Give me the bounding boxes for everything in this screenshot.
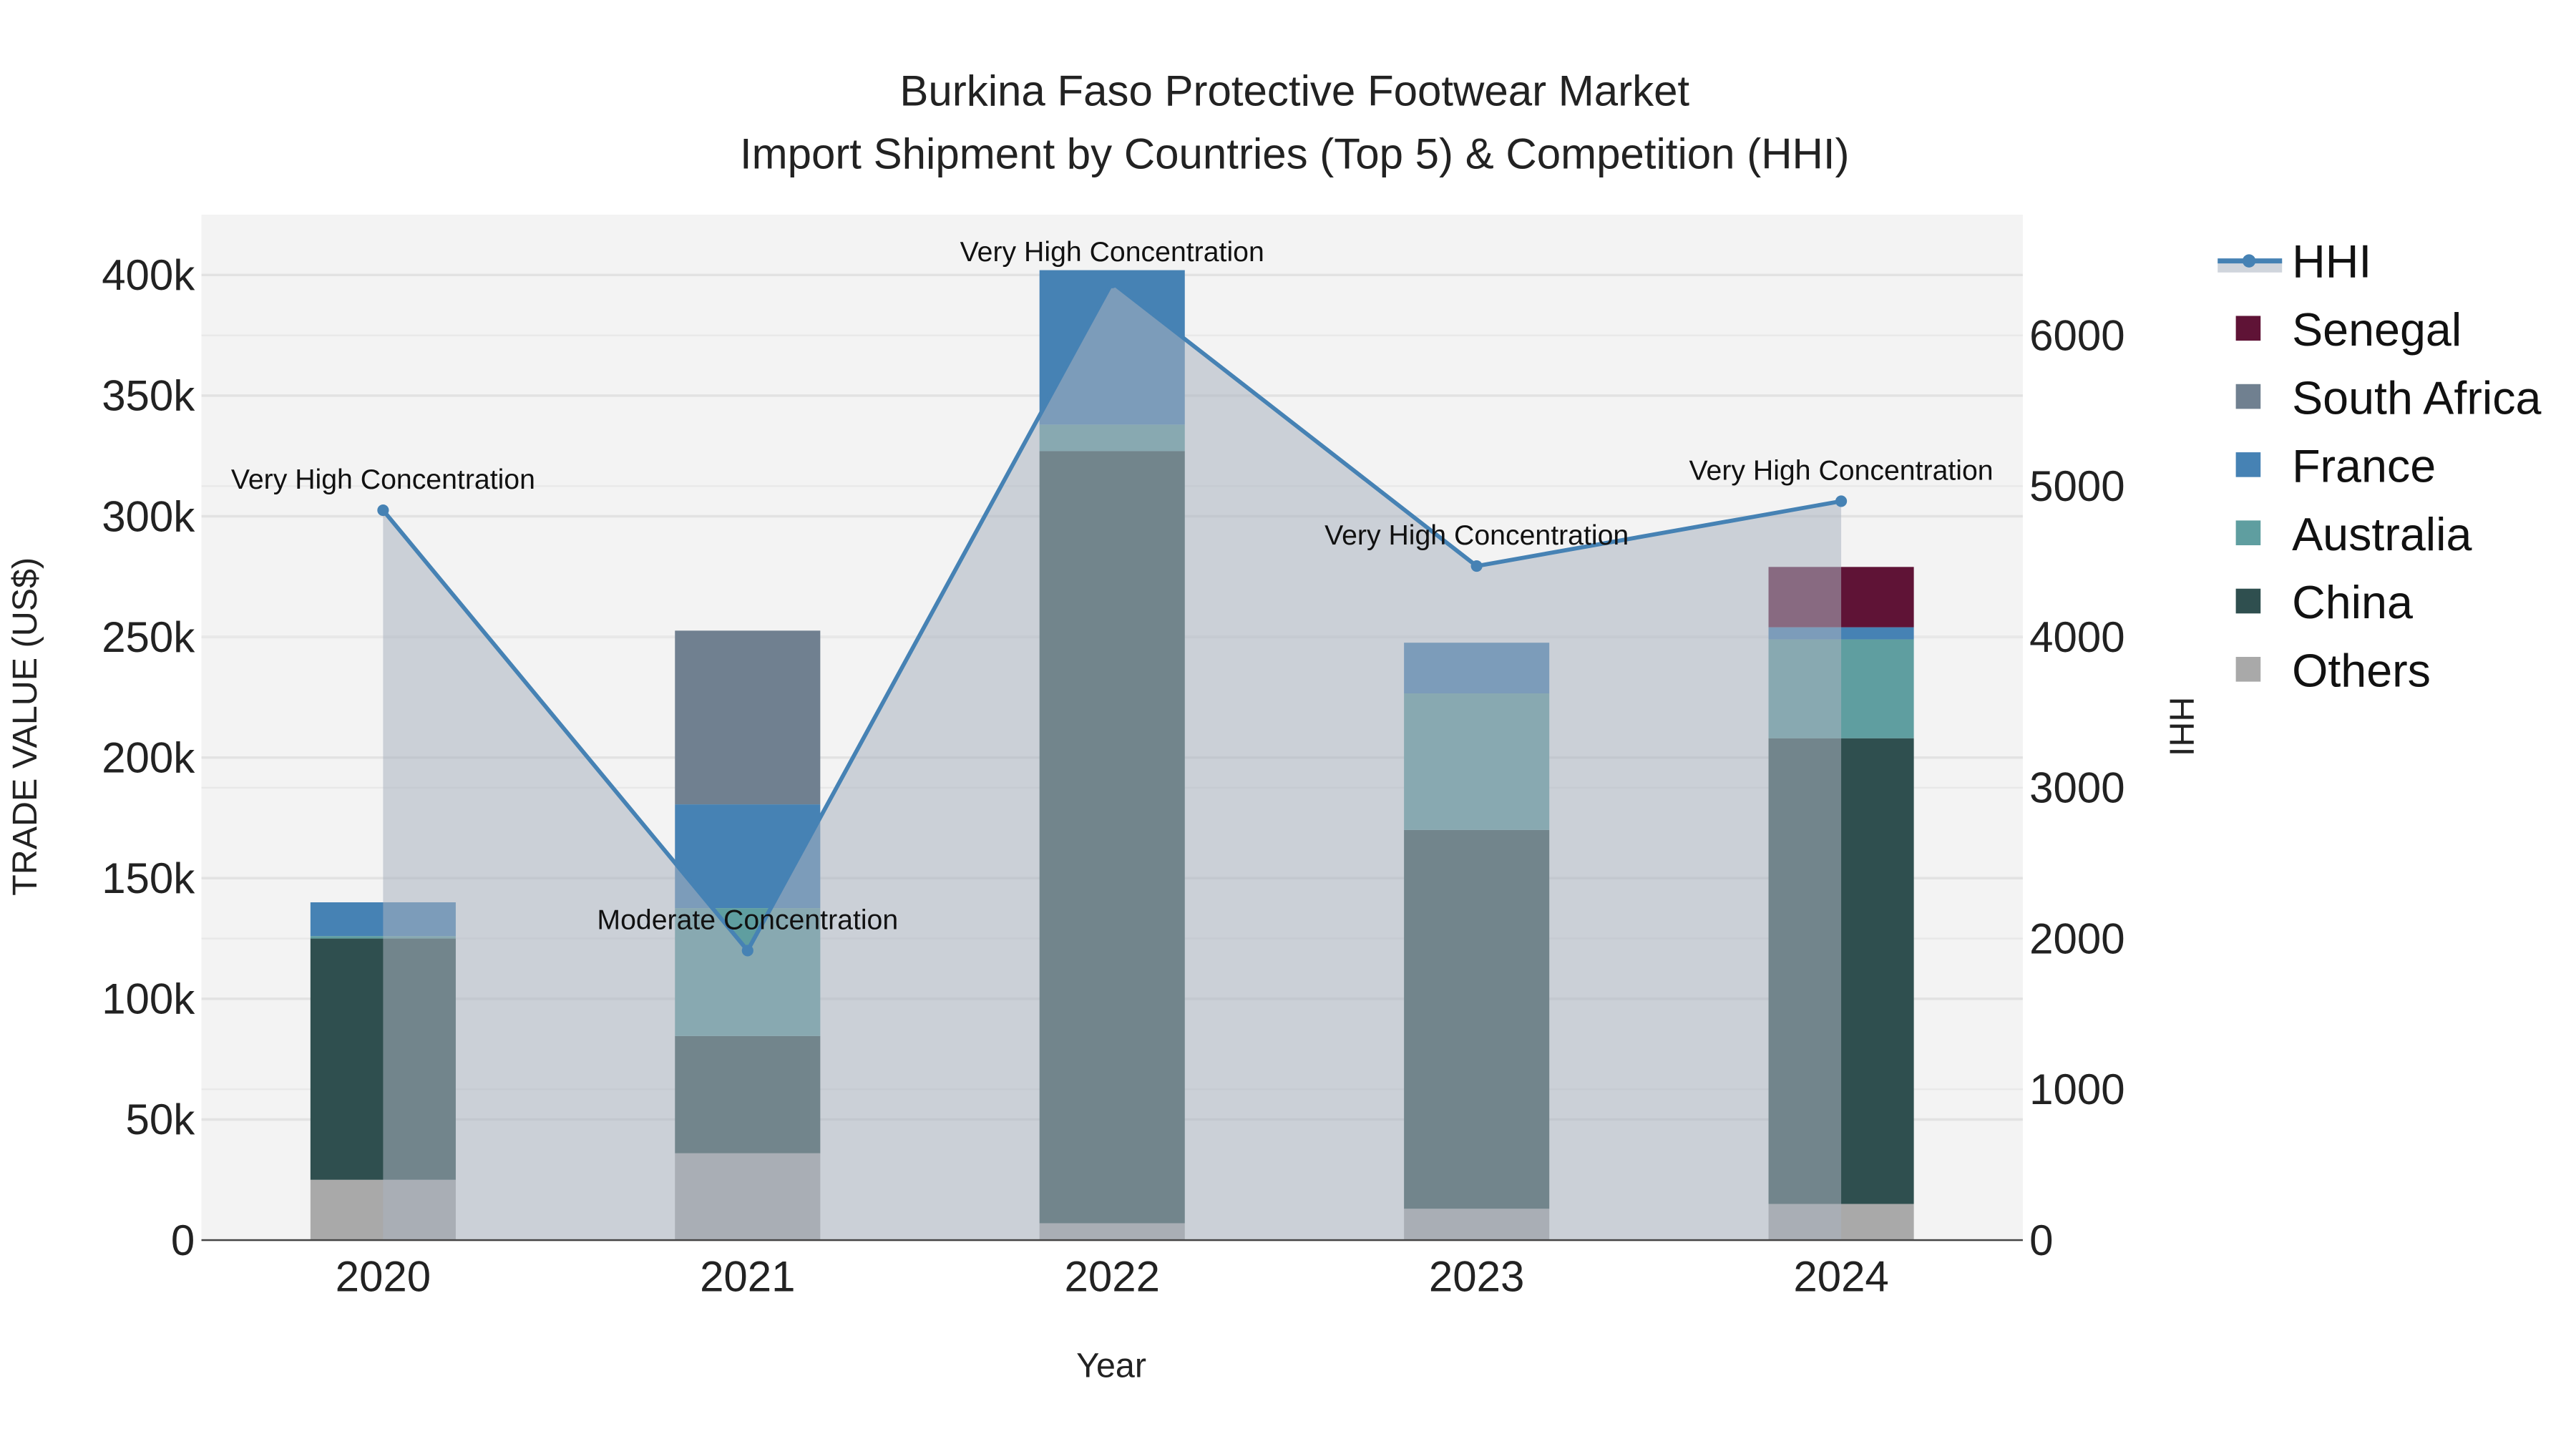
- hhi-legend-marker: [2242, 254, 2256, 268]
- y2-tick-label: 3000: [2029, 764, 2124, 812]
- legend-swatch: [2235, 588, 2261, 614]
- y-tick-label: 50k: [126, 1096, 196, 1143]
- hhi-annotation: Moderate Concentration: [597, 904, 898, 935]
- hhi-point-2022[interactable]: [1106, 276, 1118, 288]
- legend-swatch: [2235, 657, 2261, 682]
- chart-title-line1: Burkina Faso Protective Footwear Market: [899, 67, 1689, 115]
- hhi-point-2020[interactable]: [377, 504, 389, 517]
- legend-label: South Africa: [2292, 372, 2541, 424]
- legend-swatch: [2235, 520, 2261, 545]
- y2-tick-label: 0: [2029, 1216, 2053, 1264]
- legend-item-hhi[interactable]: HHI: [2218, 236, 2371, 288]
- y2-tick-label: 4000: [2029, 613, 2124, 661]
- x-tick-label: 2024: [1793, 1253, 1888, 1301]
- legend-label: Australia: [2292, 509, 2472, 560]
- y2-tick-label: 6000: [2029, 311, 2124, 359]
- chart: Very High Concentration Moderate Concentr…: [6, 67, 2542, 1385]
- y-tick-label: 200k: [102, 733, 195, 781]
- legend-label: Others: [2292, 645, 2431, 697]
- y2-axis-title: HHI: [2162, 697, 2200, 756]
- legend-item-others[interactable]: Others: [2235, 645, 2431, 697]
- legend-item-australia[interactable]: Australia: [2235, 509, 2472, 560]
- hhi-point-2021[interactable]: [741, 945, 753, 957]
- legend-swatch: [2235, 316, 2261, 341]
- legend-label: France: [2292, 441, 2436, 492]
- legend: HHI Senegal South Africa France Australia Chi…: [2218, 236, 2542, 697]
- legend-item-south-africa[interactable]: South Africa: [2235, 372, 2542, 424]
- legend-swatch: [2235, 452, 2261, 477]
- legend-swatch: [2235, 384, 2261, 409]
- x-tick-label: 2023: [1429, 1253, 1524, 1301]
- chart-title-line2: Import Shipment by Countries (Top 5) & C…: [740, 130, 1850, 177]
- y-axis-title: TRADE VALUE (US$): [6, 557, 44, 896]
- x-tick-label: 2021: [700, 1253, 795, 1301]
- hhi-annotation: Very High Concentration: [1324, 519, 1629, 551]
- y2-tick-label: 5000: [2029, 462, 2124, 510]
- hhi-annotation: Very High Concentration: [960, 236, 1264, 268]
- bar-south-africa-2021[interactable]: [675, 630, 821, 805]
- x-tick-label: 2022: [1064, 1253, 1159, 1301]
- y-tick-label: 150k: [102, 854, 195, 902]
- legend-item-france[interactable]: France: [2235, 441, 2436, 492]
- hhi-point-2024[interactable]: [1835, 495, 1848, 507]
- y-tick-label: 0: [171, 1216, 195, 1264]
- y-tick-label: 250k: [102, 613, 195, 661]
- y-tick-label: 400k: [102, 251, 195, 299]
- legend-label: Senegal: [2292, 304, 2462, 356]
- legend-label: HHI: [2292, 236, 2371, 288]
- legend-item-china[interactable]: China: [2235, 577, 2413, 628]
- x-tick-label: 2020: [336, 1253, 431, 1301]
- hhi-point-2023[interactable]: [1470, 560, 1483, 572]
- y2-tick-label: 2000: [2029, 914, 2124, 962]
- y-tick-label: 100k: [102, 975, 195, 1023]
- legend-label: China: [2292, 577, 2413, 628]
- y2-tick-label: 1000: [2029, 1065, 2124, 1113]
- hhi-annotation: Very High Concentration: [231, 464, 535, 495]
- y-tick-label: 350k: [102, 372, 195, 420]
- legend-item-senegal[interactable]: Senegal: [2235, 304, 2462, 356]
- hhi-annotation: Very High Concentration: [1689, 454, 1994, 486]
- y-tick-label: 300k: [102, 492, 195, 540]
- x-axis-title: Year: [1076, 1347, 1146, 1385]
